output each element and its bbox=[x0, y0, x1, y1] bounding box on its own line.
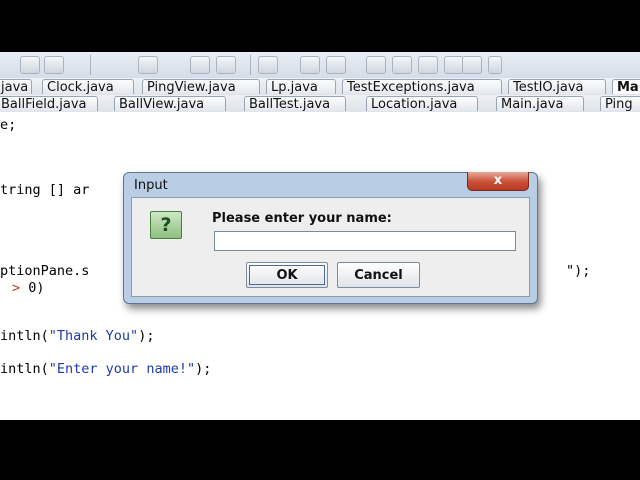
code-line: "); bbox=[566, 263, 591, 279]
tab-file[interactable]: PingView.java bbox=[142, 79, 260, 94]
code-line: e; bbox=[0, 117, 17, 133]
question-icon: ? bbox=[150, 211, 182, 239]
dialog-prompt: Please enter your name: bbox=[212, 211, 392, 226]
toolbar-separator bbox=[250, 55, 251, 75]
help-icon[interactable] bbox=[462, 56, 482, 74]
toolbar-button-icon[interactable] bbox=[366, 56, 386, 74]
code-line: tring [] ar bbox=[0, 182, 90, 198]
code-text: ptionPane.s bbox=[0, 263, 90, 279]
editor-tabs-row-2: BallField.java BallView.java BallTest.ja… bbox=[0, 95, 640, 113]
code-string: "Enter your name!" bbox=[48, 361, 196, 377]
name-input[interactable] bbox=[214, 231, 516, 251]
toolbar-button-icon[interactable] bbox=[444, 56, 464, 74]
toolbar-button-icon[interactable] bbox=[258, 56, 278, 74]
letterbox-bottom bbox=[0, 420, 640, 480]
code-operator: > bbox=[12, 280, 21, 296]
tab-file[interactable]: BallView.java bbox=[114, 96, 226, 111]
ok-button[interactable]: OK bbox=[246, 262, 328, 288]
tab-file[interactable]: Lp.java bbox=[266, 79, 336, 94]
run-icon[interactable] bbox=[138, 56, 158, 74]
code-line: > 0) bbox=[12, 280, 45, 296]
tab-file[interactable]: BallTest.java bbox=[244, 96, 346, 111]
tab-file[interactable]: Main.java bbox=[496, 96, 584, 111]
code-string: "Thank You" bbox=[48, 328, 139, 344]
forward-icon[interactable] bbox=[326, 56, 346, 74]
toolbar-button-icon[interactable] bbox=[418, 56, 438, 74]
toolbar-separator bbox=[90, 55, 91, 75]
dialog-title: Input bbox=[134, 178, 168, 193]
close-icon[interactable]: x bbox=[467, 172, 529, 191]
code-line: intln("Enter your name!"); bbox=[0, 361, 211, 377]
toolbar-button-icon[interactable] bbox=[216, 56, 236, 74]
code-text: intln( bbox=[0, 361, 49, 377]
tab-file[interactable]: BallField.java bbox=[0, 96, 98, 111]
code-text: intln( bbox=[0, 328, 49, 344]
editor-tabs-row-1: java Clock.java PingView.java Lp.java Te… bbox=[0, 78, 640, 96]
tab-file[interactable]: Ping bbox=[600, 96, 640, 111]
toolbar-button-icon[interactable] bbox=[392, 56, 412, 74]
tab-file[interactable]: TestExceptions.java bbox=[342, 79, 502, 94]
toolbar-button-icon[interactable] bbox=[190, 56, 210, 74]
code-text: ); bbox=[138, 328, 155, 344]
dialog-body: ? Please enter your name: OK Cancel bbox=[131, 197, 530, 297]
back-icon[interactable] bbox=[300, 56, 320, 74]
tab-file[interactable]: TestIO.java bbox=[508, 79, 606, 94]
cancel-button[interactable]: Cancel bbox=[337, 262, 420, 288]
code-line: intln("Thank You"); bbox=[0, 328, 154, 344]
code-text: 0) bbox=[20, 280, 45, 296]
code-text: ); bbox=[195, 361, 212, 377]
tab-file[interactable]: java bbox=[0, 79, 32, 94]
toolbar-button-icon[interactable] bbox=[20, 56, 40, 74]
tab-file[interactable]: Clock.java bbox=[42, 79, 134, 94]
input-dialog: Input x ? Please enter your name: OK Can… bbox=[123, 172, 538, 304]
toolbar bbox=[0, 52, 640, 79]
tab-file[interactable]: Location.java bbox=[366, 96, 478, 111]
tab-active-file[interactable]: Ma bbox=[612, 79, 640, 94]
code-line: ptionPane.s bbox=[0, 263, 89, 279]
toolbar-button-icon[interactable] bbox=[44, 56, 64, 74]
overflow-menu-icon[interactable] bbox=[488, 56, 502, 74]
letterbox-top bbox=[0, 0, 640, 52]
